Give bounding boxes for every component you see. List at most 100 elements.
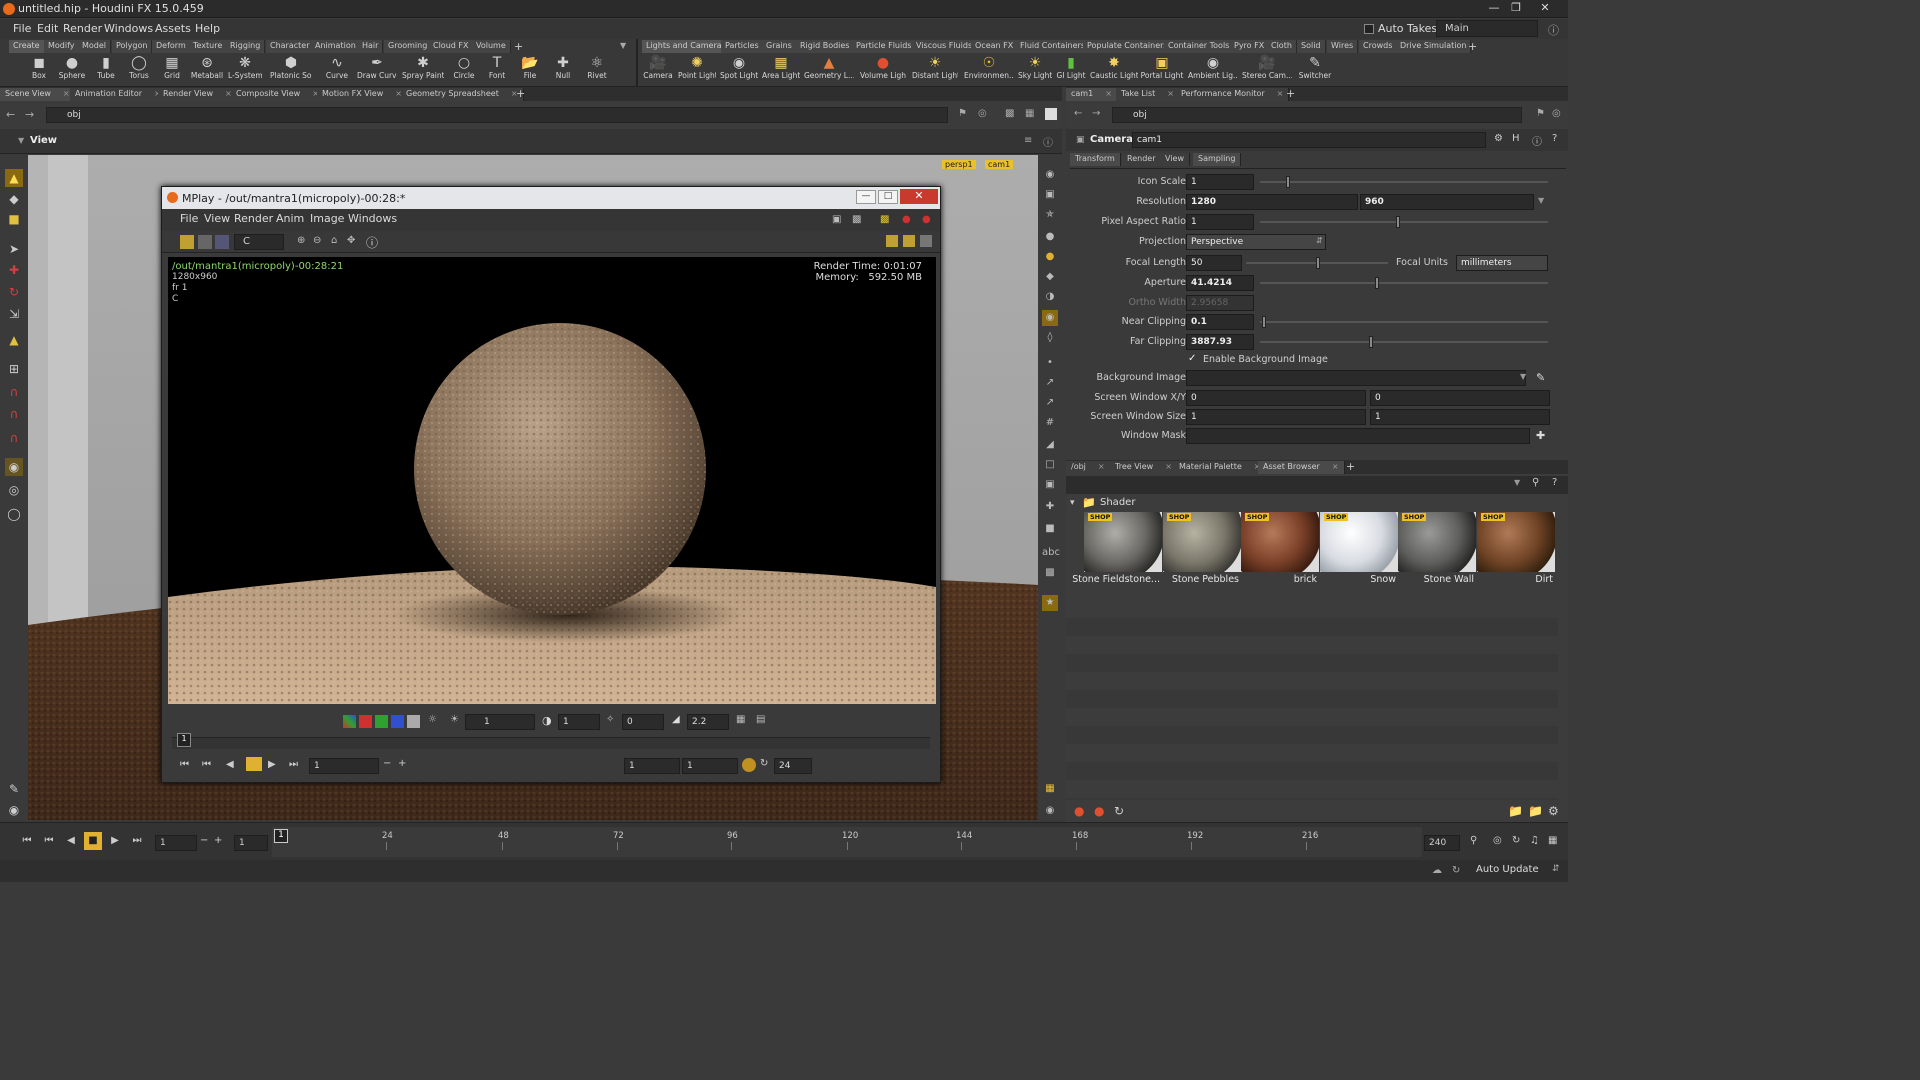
back-arrow-icon[interactable]: ← xyxy=(6,108,15,121)
display-options-icon[interactable]: ≡ xyxy=(1024,135,1032,146)
mplay-last-frame-icon[interactable]: ⏭ xyxy=(289,759,298,770)
menu-assets[interactable]: Assets xyxy=(155,22,191,35)
first-frame-icon[interactable]: ⏮ xyxy=(18,832,36,850)
bone-icon[interactable]: ✚ xyxy=(1042,499,1058,515)
mplay-sequence-icon[interactable] xyxy=(215,235,229,249)
mplay-frame-strip[interactable] xyxy=(172,737,930,749)
mplay-play-back-icon[interactable]: ◀ xyxy=(226,759,234,770)
mplay-range-end-field[interactable]: 1 xyxy=(682,758,738,774)
tool-volume-light[interactable]: ● Volume Light xyxy=(860,55,906,85)
mplay-stop-button[interactable] xyxy=(246,757,262,771)
point-numbers-icon[interactable]: # xyxy=(1042,415,1058,431)
prev-key-icon[interactable]: ⏮ xyxy=(40,832,58,850)
screen-window-x-field[interactable]: 0 xyxy=(1186,390,1366,406)
shelf-tab-polygon[interactable]: Polygon xyxy=(112,40,153,53)
camera-tool-icon[interactable]: ◎ xyxy=(5,481,23,499)
aperture-slider[interactable] xyxy=(1260,277,1548,289)
timeline-playhead[interactable]: 1 xyxy=(274,829,288,843)
menu-file[interactable]: File xyxy=(13,22,31,35)
render-image-area[interactable]: /out/mantra1(micropoly)-00:28:21 1280x96… xyxy=(168,257,936,704)
near-clip-field[interactable]: 0.1 xyxy=(1186,314,1254,330)
shelf-tab-solid[interactable]: Solid xyxy=(1297,40,1326,53)
light-link-icon[interactable]: ✎ xyxy=(5,780,23,798)
param-pin-icon[interactable]: ⚑ xyxy=(1536,108,1545,119)
tool-ambient-light[interactable]: ◉ Ambient Lig... xyxy=(1188,55,1238,85)
shelf-tab-animation[interactable]: Animation xyxy=(311,40,361,53)
tab-performance-monitor[interactable]: Performance Monitor × xyxy=(1176,88,1290,101)
aperture-field[interactable]: 41.4214 xyxy=(1186,275,1254,291)
mplay-layout-4-icon[interactable] xyxy=(920,235,932,247)
transform-tool-icon[interactable]: ◆ xyxy=(5,190,23,208)
tool-null[interactable]: ✚ Null xyxy=(546,55,580,85)
mplay-menu-anim[interactable]: Anim xyxy=(276,212,304,225)
bg-image-field[interactable] xyxy=(1186,370,1526,386)
search-icon[interactable]: ⚲ xyxy=(1532,477,1539,488)
snap-point-icon[interactable]: ∩ xyxy=(5,429,23,447)
tool-tube[interactable]: ▮ Tube xyxy=(89,55,123,85)
bg-image-menu-icon[interactable]: ▼ xyxy=(1520,372,1526,381)
tool-sky-light[interactable]: ☀ Sky Light xyxy=(1018,55,1052,85)
toggle-display-icon[interactable]: ◉ xyxy=(5,801,23,819)
mplay-menu-windows[interactable]: Windows xyxy=(348,212,397,225)
mplay-gamma-icon[interactable]: ◢ xyxy=(672,714,680,725)
menu-windows[interactable]: Windows xyxy=(104,22,153,35)
tool-draw-curve[interactable]: ✒ Draw Curve xyxy=(357,55,397,85)
pose-icon[interactable]: ▲ xyxy=(5,331,23,349)
mplay-lut-icon[interactable]: ▦ xyxy=(736,714,745,725)
camera-display-icon[interactable]: ▩ xyxy=(1042,565,1058,581)
window-mask-arrow-icon[interactable]: ✚ xyxy=(1536,429,1545,442)
shelf-tab-rigging[interactable]: Rigging xyxy=(226,40,266,53)
tool-switcher[interactable]: ✎ Switcher xyxy=(1296,55,1334,85)
param-tab-sampling[interactable]: Sampling xyxy=(1193,153,1242,166)
mplay-menu-image[interactable]: Image xyxy=(310,212,344,225)
desktop-select[interactable]: Main xyxy=(1436,20,1538,37)
asset-stone-fieldstone[interactable]: SHOP Stone Fieldstone... xyxy=(1072,512,1162,588)
cook-refresh-icon[interactable]: ↻ xyxy=(1452,865,1460,876)
last-frame-icon[interactable]: ⏭ xyxy=(128,832,146,850)
tool-environment-light[interactable]: ☉ Environmen... xyxy=(964,55,1014,85)
shading-icon[interactable]: ● xyxy=(1042,229,1058,245)
mplay-play-icon[interactable]: ▶ xyxy=(268,759,276,770)
tool-area-light[interactable]: ▦ Area Light xyxy=(762,55,800,85)
tool-grid[interactable]: ▦ Grid xyxy=(155,55,189,85)
global-anim-options-icon[interactable]: ▦ xyxy=(1548,835,1557,846)
network-path-field[interactable]: obj xyxy=(46,107,948,123)
mplay-first-frame-icon[interactable]: ⏮ xyxy=(180,759,189,770)
render-region-icon[interactable]: ◉ xyxy=(5,458,23,476)
tool-box[interactable]: ◼ Box xyxy=(22,55,56,85)
shelf-tab-cloud-fx[interactable]: Cloud FX xyxy=(429,40,474,53)
asset-dirt[interactable]: SHOP Dirt xyxy=(1477,512,1555,588)
mplay-menu-render[interactable]: Render xyxy=(234,212,273,225)
frame-minus-icon[interactable]: − xyxy=(200,835,208,846)
mplay-fps-field[interactable]: 24 xyxy=(774,758,812,774)
mplay-loop-icon[interactable]: ↻ xyxy=(760,758,768,769)
mplay-frame-marker[interactable]: 1 xyxy=(177,733,191,747)
stop-display-icon[interactable]: ■ xyxy=(1042,521,1058,537)
param-tab-transform[interactable]: Transform xyxy=(1070,153,1121,166)
tool-font[interactable]: T Font xyxy=(480,55,514,85)
shelf-tab-ocean-fx[interactable]: Ocean FX xyxy=(971,40,1019,53)
file-chooser-icon[interactable]: ✎ xyxy=(1536,371,1545,384)
mplay-toolbar-icon[interactable]: ▩ xyxy=(852,214,861,225)
param-back-icon[interactable]: ← xyxy=(1074,108,1082,119)
tab-motion-fx-view[interactable]: Motion FX View × xyxy=(317,88,408,101)
start-frame-field[interactable]: 1 xyxy=(234,835,268,851)
cam1-badge[interactable]: cam1 xyxy=(985,160,1014,169)
param-link-icon[interactable]: ◎ xyxy=(1552,108,1561,119)
shelf-tab-character[interactable]: Character xyxy=(266,40,315,53)
add-pane-tab-icon[interactable]: + xyxy=(516,87,525,100)
tool-gi-light[interactable]: ▮ GI Light xyxy=(1054,55,1088,85)
mplay-brightness-icon[interactable]: ☀ xyxy=(450,714,459,725)
refresh-icon[interactable]: ↻ xyxy=(1114,804,1124,818)
visibility-icon[interactable]: ◉ xyxy=(1042,167,1058,183)
shelf-tab-rigid-bodies[interactable]: Rigid Bodies xyxy=(796,40,855,53)
asset-folder-open-icon[interactable]: 📁 xyxy=(1508,804,1523,818)
auto-update-label[interactable]: Auto Update xyxy=(1476,864,1539,875)
magnet-icon[interactable]: ∩ xyxy=(5,383,23,401)
viewport-camera-icon[interactable]: ◉ xyxy=(1042,803,1058,819)
shelf-tab-texture[interactable]: Texture xyxy=(189,40,228,53)
hull-icon[interactable]: □ xyxy=(1042,457,1058,473)
ghost-icon[interactable]: ✯ xyxy=(1042,207,1058,223)
tool-portal-light[interactable]: ▣ Portal Light xyxy=(1140,55,1184,85)
mplay-histogram-icon[interactable]: ▤ xyxy=(756,714,765,725)
